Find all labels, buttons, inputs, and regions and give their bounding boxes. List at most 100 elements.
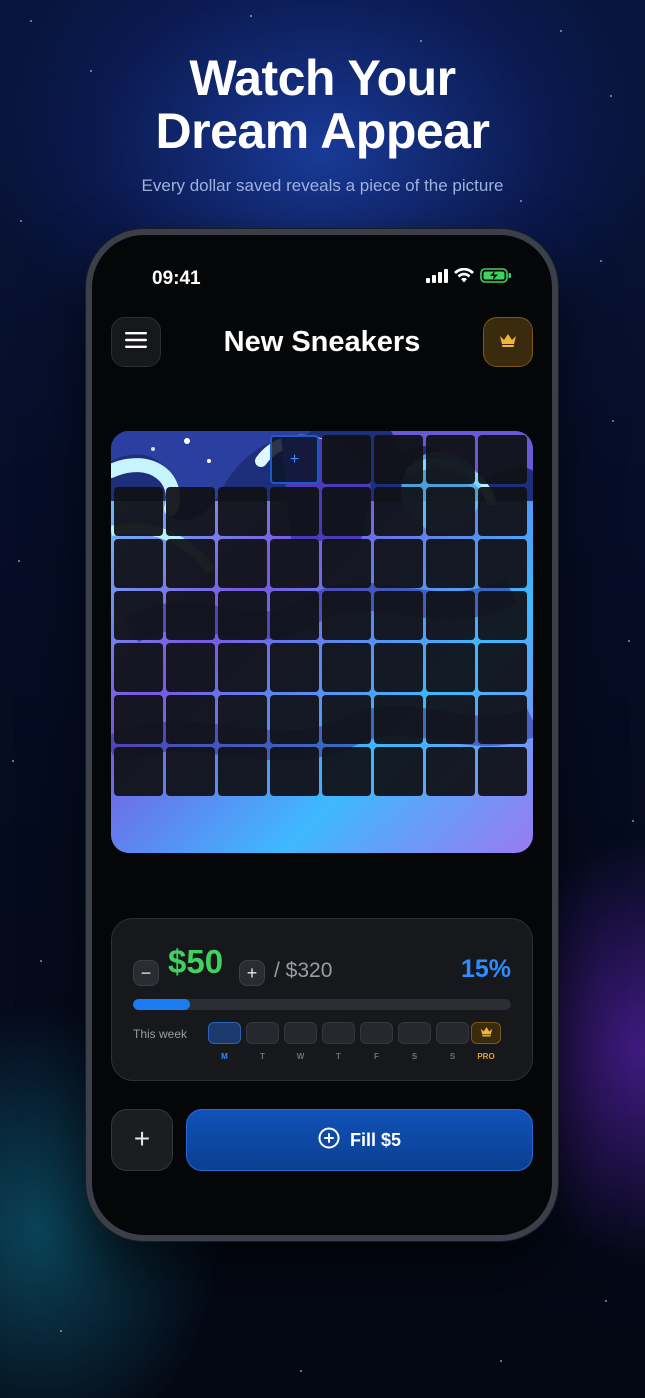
puzzle-tile — [426, 747, 475, 796]
signal-icon — [426, 268, 448, 288]
star — [612, 420, 614, 422]
star — [12, 760, 14, 762]
hero-title: Watch Your Dream Appear — [0, 52, 645, 158]
star — [60, 1330, 62, 1332]
day-label: F — [374, 1052, 379, 1061]
premium-button[interactable] — [483, 317, 533, 367]
puzzle-tile — [270, 747, 319, 796]
puzzle-tile — [218, 539, 267, 588]
puzzle-tile — [322, 487, 371, 536]
day-label: M — [221, 1052, 228, 1061]
star — [632, 820, 634, 822]
hamburger-icon — [125, 331, 147, 353]
star — [520, 200, 522, 202]
puzzle-tile — [426, 695, 475, 744]
day-cell[interactable] — [436, 1022, 469, 1044]
star — [605, 1300, 607, 1302]
puzzle-tile — [478, 695, 527, 744]
goal-amount: / $320 — [274, 959, 333, 982]
puzzle-tile — [270, 539, 319, 588]
pro-day-cell[interactable] — [471, 1022, 501, 1044]
puzzle-tile — [426, 591, 475, 640]
day-cell[interactable] — [322, 1022, 355, 1044]
puzzle-tile — [478, 643, 527, 692]
puzzle-tile — [322, 643, 371, 692]
puzzle-tile — [322, 747, 371, 796]
day-cell[interactable] — [208, 1022, 241, 1044]
puzzle-tile-revealed — [218, 435, 267, 484]
puzzle-tile — [114, 695, 163, 744]
star — [18, 560, 20, 562]
add-button[interactable]: + — [111, 1109, 173, 1171]
puzzle-tile — [426, 539, 475, 588]
puzzle-tile — [374, 591, 423, 640]
puzzle-tile — [166, 591, 215, 640]
puzzle-tile — [374, 695, 423, 744]
dream-picture: + — [111, 431, 533, 853]
crown-icon — [480, 1024, 493, 1042]
puzzle-tile — [218, 643, 267, 692]
crown-icon — [499, 333, 517, 352]
puzzle-tile — [166, 747, 215, 796]
day-cell[interactable] — [246, 1022, 279, 1044]
week-label: This week — [133, 1027, 188, 1041]
puzzle-tile — [322, 695, 371, 744]
status-time: 09:41 — [152, 268, 201, 289]
puzzle-tile — [270, 695, 319, 744]
puzzle-tile — [478, 539, 527, 588]
puzzle-tile-revealed — [166, 435, 215, 484]
pro-label: PRO — [477, 1052, 495, 1061]
puzzle-tile — [218, 695, 267, 744]
day-cell[interactable] — [284, 1022, 317, 1044]
savings-card: − $50 + / $320 15% This week M T W T F S S PRO — [111, 918, 533, 1081]
puzzle-tile — [322, 591, 371, 640]
puzzle-tile — [374, 435, 423, 484]
puzzle-tile — [426, 435, 475, 484]
puzzle-tile — [166, 695, 215, 744]
puzzle-tile — [374, 539, 423, 588]
puzzle-tile — [114, 487, 163, 536]
puzzle-tile — [270, 487, 319, 536]
day-label: W — [296, 1052, 305, 1061]
menu-button[interactable] — [111, 317, 161, 367]
puzzle-tile — [166, 643, 215, 692]
day-label: T — [336, 1052, 341, 1061]
hero-title-line1: Watch Your — [189, 50, 456, 106]
decrease-button[interactable]: − — [133, 960, 159, 986]
day-cell[interactable] — [360, 1022, 393, 1044]
phone-screen: 09:41 New Sneakers + − $50 + / $320 15% … — [92, 235, 552, 1235]
puzzle-tile-next[interactable]: + — [270, 435, 319, 484]
progress-percent: 15% — [460, 955, 511, 983]
puzzle-tile — [478, 487, 527, 536]
star — [40, 960, 42, 962]
star — [420, 40, 422, 42]
star — [600, 260, 602, 262]
hero-title-line2: Dream Appear — [155, 103, 490, 159]
puzzle-tile — [426, 643, 475, 692]
puzzle-tile — [114, 539, 163, 588]
fill-button[interactable]: Fill $5 — [186, 1109, 533, 1171]
increase-button[interactable]: + — [239, 960, 265, 986]
star — [560, 30, 562, 32]
star — [20, 220, 22, 222]
wifi-icon — [454, 267, 474, 288]
puzzle-tile — [114, 747, 163, 796]
puzzle-grid: + — [114, 435, 530, 851]
day-label: S — [449, 1052, 456, 1061]
phone-frame: 09:41 New Sneakers + − $50 + / $320 15% … — [86, 229, 558, 1241]
puzzle-tile — [478, 747, 527, 796]
star — [628, 640, 630, 642]
puzzle-tile — [218, 591, 267, 640]
puzzle-tile — [218, 747, 267, 796]
puzzle-tile — [166, 539, 215, 588]
day-label: T — [260, 1052, 265, 1061]
puzzle-tile — [166, 487, 215, 536]
puzzle-tile — [114, 591, 163, 640]
puzzle-tile — [270, 591, 319, 640]
puzzle-tile — [322, 539, 371, 588]
saved-amount: $50 — [168, 943, 224, 980]
puzzle-tile — [218, 487, 267, 536]
plus-circle-icon — [318, 1127, 340, 1154]
day-cell[interactable] — [398, 1022, 431, 1044]
goal-title: New Sneakers — [223, 326, 421, 358]
